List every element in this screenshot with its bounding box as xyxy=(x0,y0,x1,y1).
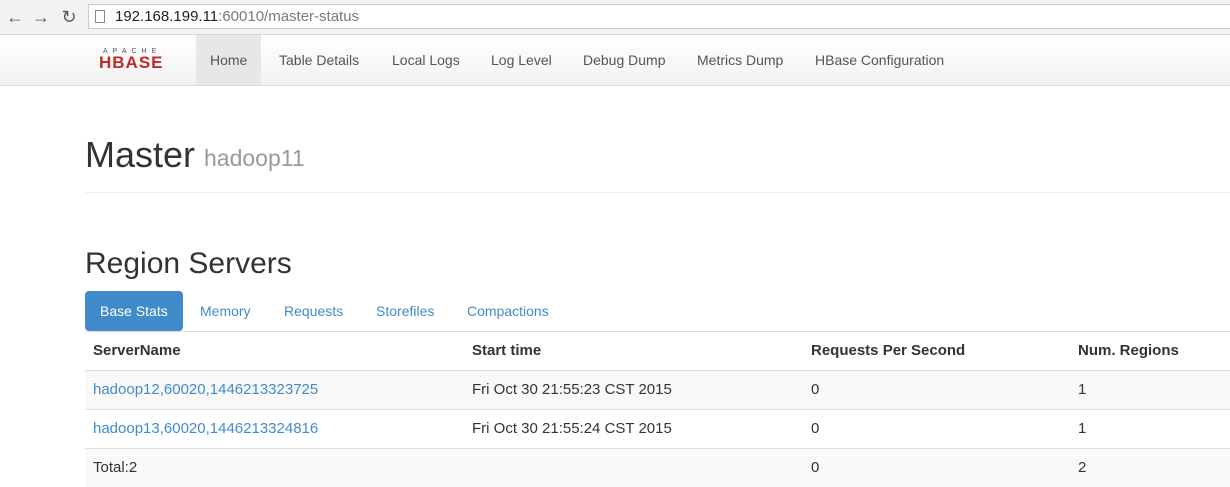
start-time-cell: Fri Oct 30 21:55:24 CST 2015 xyxy=(472,420,672,437)
tab-storefiles[interactable]: Storefiles xyxy=(361,291,449,331)
forward-button[interactable]: → xyxy=(30,6,52,28)
url-text: 192.168.199.11:60010/master-status xyxy=(115,8,359,25)
divider xyxy=(85,192,1230,193)
nav-metrics-dump[interactable]: Metrics Dump xyxy=(683,35,797,85)
header-start-time: Start time xyxy=(472,342,542,359)
nav-hbase-configuration[interactable]: HBase Configuration xyxy=(801,35,958,85)
table-header-row: ServerName Start time Requests Per Secon… xyxy=(85,331,1230,370)
start-time-cell: Fri Oct 30 21:55:23 CST 2015 xyxy=(472,381,672,398)
total-regions: 2 xyxy=(1078,459,1087,476)
tab-requests[interactable]: Requests xyxy=(269,291,358,331)
arrow-right-icon: → xyxy=(32,7,50,27)
back-button[interactable]: ← xyxy=(4,6,26,28)
table-row: hadoop12,60020,1446213323725 Fri Oct 30 … xyxy=(85,370,1230,409)
header-servername: ServerName xyxy=(93,342,181,359)
tab-memory[interactable]: Memory xyxy=(185,291,266,331)
nav-local-logs[interactable]: Local Logs xyxy=(378,35,474,85)
table-total-row: Total:2 0 2 xyxy=(85,448,1230,487)
header-requests-per-second: Requests Per Second xyxy=(811,342,966,359)
requests-cell: 0 xyxy=(811,381,820,398)
url-path: :60010/master-status xyxy=(218,8,360,25)
total-label: Total:2 xyxy=(93,459,138,476)
page-icon xyxy=(95,10,105,23)
reload-button[interactable]: ↻ xyxy=(58,6,80,28)
regions-cell: 1 xyxy=(1078,420,1087,437)
nav-debug-dump[interactable]: Debug Dump xyxy=(569,35,680,85)
table-row: hadoop13,60020,1446213324816 Fri Oct 30 … xyxy=(85,409,1230,448)
server-link[interactable]: hadoop13,60020,1446213324816 xyxy=(93,410,318,448)
address-bar[interactable]: 192.168.199.11:60010/master-status xyxy=(88,4,1230,29)
nav-home[interactable]: Home xyxy=(196,35,262,85)
tab-compactions[interactable]: Compactions xyxy=(452,291,564,331)
nav-table-details[interactable]: Table Details xyxy=(265,35,373,85)
nav-log-level[interactable]: Log Level xyxy=(477,35,566,85)
region-servers-heading: Region Servers xyxy=(85,247,292,280)
requests-cell: 0 xyxy=(811,420,820,437)
arrow-left-icon: ← xyxy=(6,7,24,27)
url-host: 192.168.199.11 xyxy=(115,8,219,25)
total-requests: 0 xyxy=(811,459,820,476)
regions-cell: 1 xyxy=(1078,381,1087,398)
header-num-regions: Num. Regions xyxy=(1078,342,1179,359)
reload-icon: ↻ xyxy=(61,7,77,27)
hbase-logo[interactable]: APACHE HBASE xyxy=(99,48,183,72)
server-link[interactable]: hadoop12,60020,1446213323725 xyxy=(93,371,318,409)
page-subtitle: hadoop11 xyxy=(204,145,305,171)
browser-toolbar: ← → ↻ 192.168.199.11:60010/master-status xyxy=(0,0,1230,35)
tab-base-stats[interactable]: Base Stats xyxy=(85,291,183,331)
page-title: Master xyxy=(85,134,196,175)
logo-hbase-text: HBASE xyxy=(99,53,164,72)
